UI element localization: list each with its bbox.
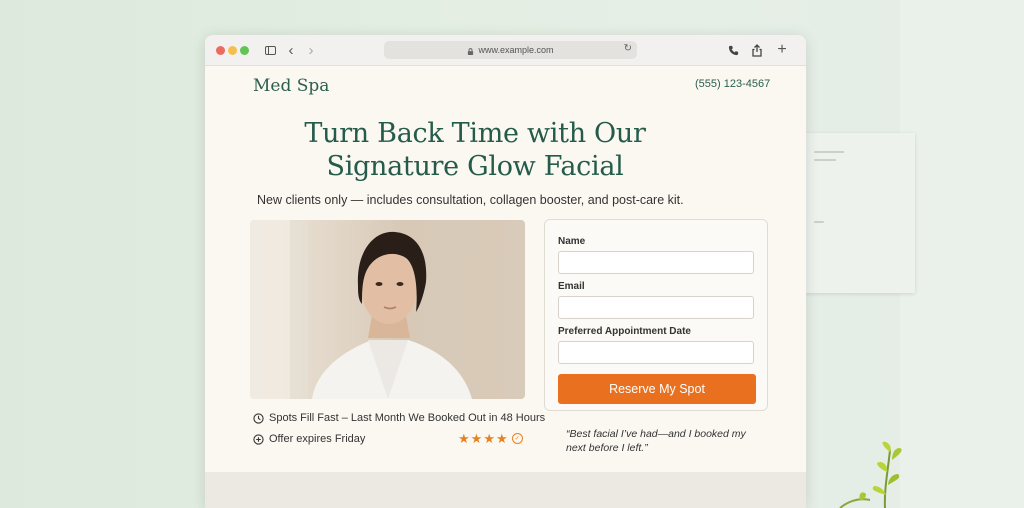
phone-icon[interactable] bbox=[726, 42, 740, 58]
star-icon: ★ bbox=[458, 431, 470, 446]
page-subheadline: New clients only — includes consultation… bbox=[257, 193, 684, 207]
browser-window: ‹ › www.example.com ↻ + Med Spa (555) 12… bbox=[205, 35, 806, 508]
minimize-window-button[interactable] bbox=[228, 46, 237, 55]
plant-decoration bbox=[839, 441, 902, 508]
page-footer-band bbox=[205, 472, 806, 508]
urgency-notice: Spots Fill Fast – Last Month We Booked O… bbox=[253, 412, 545, 424]
forward-icon[interactable]: › bbox=[305, 42, 317, 59]
star-icon: ★ bbox=[483, 431, 495, 446]
back-icon[interactable]: ‹ bbox=[285, 42, 297, 59]
reload-icon[interactable]: ↻ bbox=[624, 43, 632, 54]
clock-plus-icon bbox=[253, 433, 264, 445]
hero-photo bbox=[250, 220, 525, 399]
verified-badge-icon: ✓ bbox=[511, 433, 523, 444]
sidebar-toggle-icon[interactable] bbox=[263, 42, 277, 58]
phone-number-link[interactable]: (555) 123-4567 bbox=[695, 78, 770, 90]
reserve-spot-button[interactable]: Reserve My Spot bbox=[558, 374, 756, 404]
urgency-text: Spots Fill Fast – Last Month We Booked O… bbox=[269, 412, 546, 424]
background-wall bbox=[900, 0, 1024, 508]
email-input[interactable] bbox=[558, 296, 754, 319]
address-bar[interactable]: www.example.com ↻ bbox=[384, 41, 637, 59]
star-rating: ★ ★ ★ ★ ✓ bbox=[458, 432, 523, 445]
lock-icon bbox=[468, 47, 474, 55]
name-label: Name bbox=[558, 236, 586, 247]
browser-toolbar: ‹ › www.example.com ↻ + bbox=[205, 35, 806, 66]
close-window-button[interactable] bbox=[216, 46, 225, 55]
date-label: Preferred Appointment Date bbox=[558, 326, 691, 337]
star-icon: ★ bbox=[495, 431, 508, 446]
offer-expiry-text: Offer expires Friday bbox=[269, 433, 366, 445]
star-icon: ★ bbox=[470, 431, 483, 446]
testimonial-quote: “Best facial I’ve had—and I booked my ne… bbox=[566, 428, 746, 454]
brand-logo[interactable]: Med Spa bbox=[253, 76, 329, 96]
share-icon[interactable] bbox=[750, 42, 764, 58]
new-tab-icon[interactable]: + bbox=[775, 41, 789, 58]
offer-expiry-notice: Offer expires Friday bbox=[253, 433, 365, 445]
zoom-window-button[interactable] bbox=[240, 46, 249, 55]
reservation-form: Name Email Preferred Appointment Date Re… bbox=[544, 219, 768, 411]
clock-icon bbox=[253, 412, 264, 424]
name-input[interactable] bbox=[558, 251, 754, 274]
background-paper bbox=[804, 133, 915, 293]
page-headline: Turn Back Time with Our Signature Glow F… bbox=[304, 118, 646, 182]
email-label: Email bbox=[558, 281, 585, 292]
url-text: www.example.com bbox=[478, 45, 554, 55]
appointment-date-input[interactable] bbox=[558, 341, 754, 364]
